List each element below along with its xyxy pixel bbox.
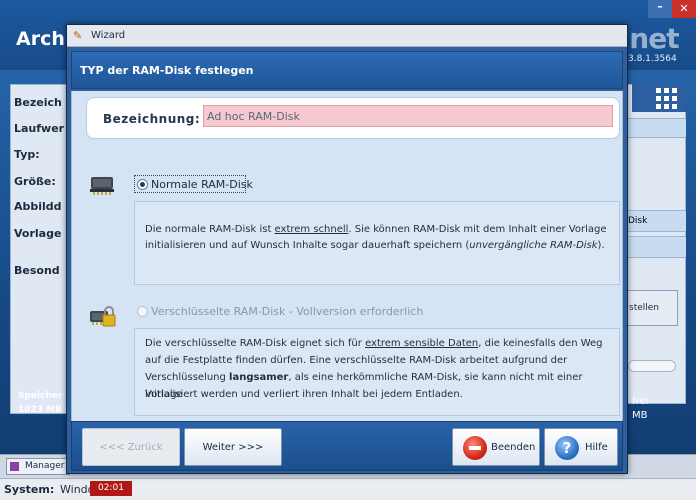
grid-icon[interactable] bbox=[632, 84, 686, 112]
wizard-titlebar[interactable]: ✎ Wizard bbox=[67, 25, 627, 47]
right-strip bbox=[626, 118, 686, 138]
description-line: auf die Festplatte finden dürfen. Eine v… bbox=[145, 355, 568, 366]
encrypted-ram-icon bbox=[90, 306, 116, 327]
memory-label: Speicher bbox=[18, 391, 63, 401]
name-section: Bezeichnung: bbox=[86, 97, 620, 139]
cancel-button-label: Beenden bbox=[491, 442, 536, 453]
help-icon: ? bbox=[555, 436, 579, 460]
wizard-header: TYP der RAM-Disk festlegen bbox=[71, 51, 623, 89]
option-normal-label[interactable]: Normale RAM-Disk bbox=[151, 178, 253, 191]
back-button-label: <<< Zurück bbox=[99, 442, 163, 453]
ram-chip-icon bbox=[90, 177, 114, 195]
status-time: 02:01 bbox=[90, 481, 132, 496]
description-line: initialisieren und auf Wunsch Inhalte so… bbox=[145, 240, 605, 251]
wizard-dialog: ✎ Wizard TYP der RAM-Disk festlegen Beze… bbox=[66, 24, 628, 474]
back-button[interactable]: <<< Zurück bbox=[82, 428, 180, 466]
option-encrypted-label[interactable]: Verschlüsselte RAM-Disk - Vollversion er… bbox=[151, 305, 423, 318]
field-label: Bezeich bbox=[14, 96, 62, 109]
right-strip bbox=[626, 236, 686, 258]
help-button[interactable]: ? Hilfe bbox=[544, 428, 618, 466]
field-label: Abbildd bbox=[14, 200, 62, 213]
field-label: Vorlage bbox=[14, 227, 62, 240]
option-normal-radio[interactable] bbox=[137, 179, 148, 190]
manager-icon bbox=[10, 462, 19, 471]
memory-value: 1023 MB bbox=[18, 405, 62, 415]
right-strip-disk: Disk bbox=[626, 210, 686, 232]
option-normal-description: Die normale RAM-Disk ist extrem schnell.… bbox=[134, 201, 620, 285]
next-button[interactable]: Weiter >>> bbox=[184, 428, 282, 466]
name-label: Bezeichnung: bbox=[103, 112, 201, 126]
status-label: System: bbox=[4, 483, 55, 496]
free-label: frei bbox=[632, 396, 649, 407]
app-version: 3.8.1.3564 bbox=[628, 54, 677, 64]
description-line: Die normale RAM-Disk ist extrem schnell.… bbox=[145, 224, 607, 235]
minimize-icon[interactable]: – bbox=[648, 0, 672, 18]
wizard-window-title: Wizard bbox=[91, 30, 126, 41]
cancel-button[interactable]: Beenden bbox=[452, 428, 540, 466]
help-button-label: Hilfe bbox=[585, 442, 608, 453]
free-mb-label: MB bbox=[632, 410, 648, 421]
cancel-icon bbox=[463, 436, 487, 460]
close-icon[interactable]: ✕ bbox=[672, 0, 696, 18]
wizard-body: Bezeichnung: Normale RAM-Disk Die normal… bbox=[71, 91, 623, 421]
description-line: initialisiert werden und verliert ihren … bbox=[145, 389, 463, 400]
field-label: Laufwer bbox=[14, 122, 65, 135]
wizard-icon: ✎ bbox=[73, 29, 83, 42]
option-encrypted-description: Die verschlüsselte RAM-Disk eignet sich … bbox=[134, 328, 620, 416]
create-button[interactable]: stellen bbox=[626, 290, 678, 326]
description-line: Die verschlüsselte RAM-Disk eignet sich … bbox=[145, 338, 603, 349]
field-label: Größe: bbox=[14, 175, 56, 188]
wizard-step-title: TYP der RAM-Disk festlegen bbox=[80, 64, 254, 77]
field-label: Typ: bbox=[14, 148, 40, 161]
next-button-label: Weiter >>> bbox=[202, 442, 264, 453]
wizard-footer: <<< Zurück Weiter >>> Beenden ? Hilfe bbox=[71, 421, 623, 471]
disk-usage-bar bbox=[628, 360, 676, 372]
field-label: Besond bbox=[14, 264, 60, 277]
name-input[interactable] bbox=[203, 105, 613, 127]
option-encrypted-radio[interactable] bbox=[137, 306, 148, 317]
